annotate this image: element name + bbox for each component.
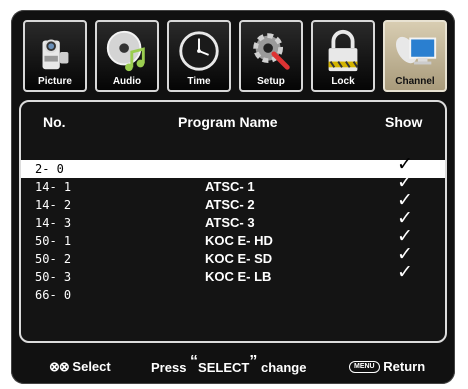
return-label: Return xyxy=(383,359,426,374)
select-key-label: SELECT xyxy=(198,360,250,375)
tab-channel-label: Channel xyxy=(395,76,435,87)
channel-number: 14- 3 xyxy=(35,216,72,230)
channel-row[interactable]: 50- 2 KOC E- SD ✓ xyxy=(21,245,445,268)
tab-lock[interactable]: Lock xyxy=(311,20,375,92)
column-header-program-name: Program Name xyxy=(178,114,278,130)
channel-number: 50- 2 xyxy=(35,252,72,266)
open-quote: “ xyxy=(190,353,199,370)
program-name: KOC E- LB xyxy=(205,269,272,284)
channel-number: 50- 3 xyxy=(35,270,72,284)
tab-setup[interactable]: Setup xyxy=(239,20,303,92)
tools-icon xyxy=(247,26,295,76)
tab-time[interactable]: Time xyxy=(167,20,231,92)
channel-number: 14- 2 xyxy=(35,198,72,212)
tab-audio-label: Audio xyxy=(112,76,142,87)
program-name: ATSC- 2 xyxy=(205,197,255,212)
help-bar: ⊗⊗ Select Press “SELECT” change MENU Ret… xyxy=(19,353,447,381)
tab-setup-label: Setup xyxy=(257,76,285,87)
channel-row[interactable]: 50- 1 KOC E- HD ✓ xyxy=(21,227,445,250)
tab-bar: Picture Audio Time Setup Lock Channel xyxy=(23,20,449,92)
change-hint: Press “SELECT” change xyxy=(151,353,307,377)
channel-row[interactable]: 14- 3 ATSC- 3 ✓ xyxy=(21,209,445,232)
column-header-no: No. xyxy=(43,114,66,130)
osd-menu: Picture Audio Time Setup Lock Channel No… xyxy=(11,10,455,384)
camera-icon xyxy=(31,26,79,76)
return-hint: MENU Return xyxy=(349,359,425,374)
channel-row[interactable]: 50- 3 KOC E- LB ✓ xyxy=(21,263,445,286)
clock-icon xyxy=(175,26,223,76)
tab-audio[interactable]: Audio xyxy=(95,20,159,92)
satellite-dish-icon xyxy=(391,26,439,76)
show-checkmark-icon[interactable]: ✓ xyxy=(397,263,413,282)
program-name: KOC E- HD xyxy=(205,233,273,248)
channel-row[interactable]: 66- 0 xyxy=(21,286,445,304)
press-label: Press xyxy=(151,360,187,375)
close-quote: ” xyxy=(249,353,258,370)
tab-lock-label: Lock xyxy=(331,76,355,87)
tab-picture[interactable]: Picture xyxy=(23,20,87,92)
channel-row[interactable]: 2- 0 ✓ xyxy=(21,155,445,178)
channel-number: 14- 1 xyxy=(35,180,72,194)
column-header-show: Show xyxy=(385,114,423,130)
program-name: KOC E- SD xyxy=(205,251,273,266)
select-hint: ⊗⊗ Select xyxy=(49,359,111,375)
channel-number: 50- 1 xyxy=(35,234,72,248)
up-down-arrows-icon: ⊗⊗ xyxy=(49,359,70,374)
select-hint-label: Select xyxy=(72,359,111,374)
channel-row[interactable]: 14- 2 ATSC- 2 ✓ xyxy=(21,191,445,214)
program-name: ATSC- 1 xyxy=(205,179,255,194)
channel-list: 2- 0 ✓ 14- 1 ATSC- 1 ✓ 14- 2 ATSC- 2 ✓ 1… xyxy=(21,155,445,304)
tab-picture-label: Picture xyxy=(38,76,72,87)
tab-time-label: Time xyxy=(187,76,211,87)
channel-number: 66- 0 xyxy=(35,288,72,302)
program-name: ATSC- 3 xyxy=(205,215,255,230)
tab-channel[interactable]: Channel xyxy=(383,20,447,92)
menu-key-icon: MENU xyxy=(349,360,380,373)
channel-row[interactable]: 14- 1 ATSC- 1 ✓ xyxy=(21,173,445,196)
padlock-icon xyxy=(319,26,367,76)
music-disc-icon xyxy=(103,26,151,76)
channel-number: 2- 0 xyxy=(35,162,64,176)
change-label: change xyxy=(260,360,307,375)
channel-list-panel: No. Program Name Show 2- 0 ✓ 14- 1 ATSC-… xyxy=(19,100,447,343)
